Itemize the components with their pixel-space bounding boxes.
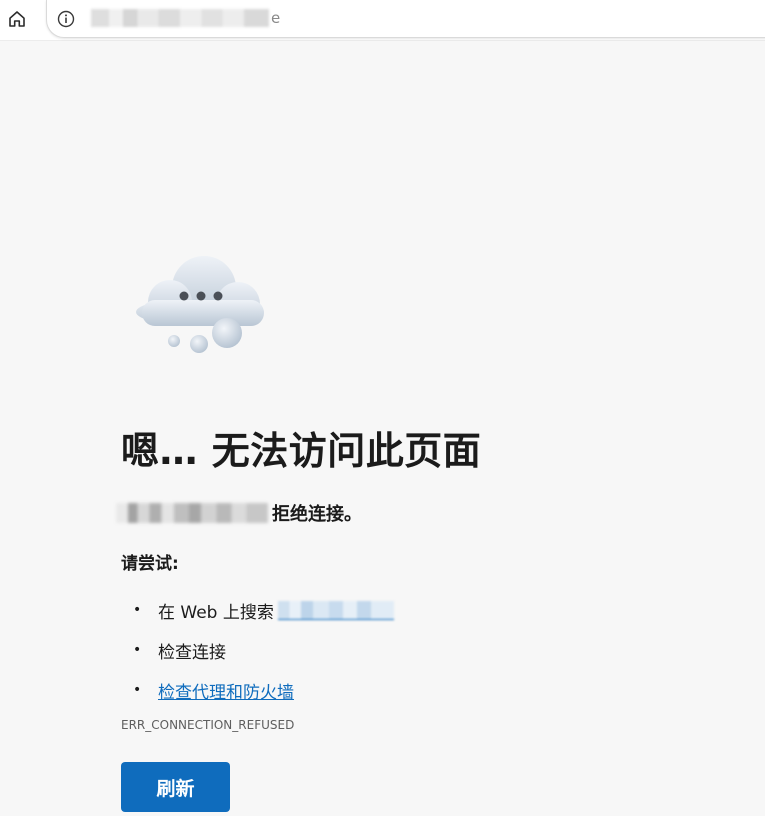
redacted-url [91, 9, 269, 27]
home-icon [9, 11, 25, 27]
error-title: 嗯… 无法访问此页面 [121, 429, 482, 473]
dot-1 [179, 291, 189, 301]
bullet: • [133, 602, 142, 618]
dot-3 [213, 291, 223, 301]
error-message-text: 拒绝连接。 [272, 504, 362, 525]
error-message: 拒绝连接。 [116, 500, 362, 526]
url-text[interactable]: e [91, 8, 280, 28]
suggestion-proxy-firewall: • 检查代理和防火墙 [121, 670, 394, 710]
search-query-link[interactable] [277, 600, 394, 620]
url-suffix: e [271, 9, 281, 27]
home-button[interactable] [4, 6, 30, 32]
suggestion-list: • 在 Web 上搜索 • 检查连接 • 检查代理和防火墙 [121, 590, 394, 710]
address-bar[interactable]: e [46, 0, 765, 38]
bullet: • [133, 642, 142, 658]
redacted-host [116, 503, 268, 523]
suggestion-check-connection-text: 检查连接 [158, 642, 226, 663]
info-icon [57, 10, 75, 28]
suggestion-search-text: 在 Web 上搜索 [158, 602, 274, 623]
reload-button[interactable]: 刷新 [121, 762, 230, 812]
proxy-firewall-link[interactable]: 检查代理和防火墙 [158, 678, 294, 703]
dot-2 [196, 291, 206, 301]
cloud-dots-icon [136, 256, 264, 353]
suggestion-check-connection: • 检查连接 [121, 630, 394, 670]
site-info-button[interactable] [53, 6, 79, 32]
browser-toolbar: e [0, 0, 765, 41]
try-label: 请尝试: [121, 554, 179, 574]
bullet: • [133, 682, 142, 698]
error-code: ERR_CONNECTION_REFUSED [121, 718, 295, 732]
suggestion-search: • 在 Web 上搜索 [121, 590, 394, 630]
